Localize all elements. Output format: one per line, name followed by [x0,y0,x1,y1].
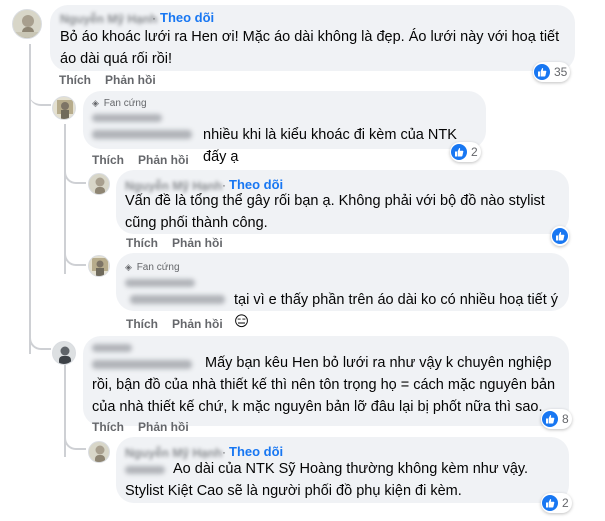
follow-button[interactable]: Theo dõi [160,10,214,25]
diamond-icon: ◈ [92,98,99,108]
avatar[interactable] [88,441,110,463]
comment-text: Bỏ áo khoác lưới ra Hen ơi! Mặc áo dài k… [60,29,560,67]
like-thumb-icon [534,64,550,80]
like-button[interactable]: Thích [59,73,91,87]
comment-actions: Thích Phản hồi [92,153,203,167]
like-thumb-icon [451,144,467,160]
comment-text: tại vì e thấy phần trên áo dài ko có nhi… [234,292,559,330]
like-button[interactable]: Thích [126,236,158,250]
author-name[interactable]: Nguyễn Mỹ Hạnh [60,12,157,26]
avatar[interactable] [88,255,110,277]
author-name[interactable] [125,279,195,287]
reaction-badge[interactable]: 8 [541,409,572,429]
avatar[interactable] [52,341,76,365]
diamond-icon: ◈ [125,262,132,272]
fan-badge: ◈ Fan cứng [92,98,147,109]
author-name[interactable] [130,295,225,304]
reply-button[interactable]: Phản hồi [105,73,156,87]
reply-button[interactable]: Phản hồi [172,317,223,331]
comment-actions: Thích Phản hồi [92,420,203,434]
thread-connector [64,432,86,450]
thread-connector [64,246,86,266]
comment-text: Vấn đề là tổng thể gây rối bạn ạ. Không … [125,193,545,231]
comment-actions: Thích Phản hồi [126,236,237,250]
reaction-count: 2 [562,496,569,510]
reply-button[interactable]: Phản hồi [172,236,223,250]
comment-actions: Thích Phản hồi [59,73,170,87]
author-name[interactable] [92,130,192,139]
like-button[interactable]: Thích [126,317,158,331]
reaction-badge[interactable]: 35 [533,62,571,82]
like-thumb-icon [552,228,568,244]
thread-connector [29,330,51,350]
separator: · [152,11,156,25]
separator: · [222,445,226,459]
author-name[interactable] [92,114,162,122]
reaction-count: 35 [554,65,568,79]
author-name[interactable] [92,344,132,352]
reply-button[interactable]: Phản hồi [138,153,189,167]
reaction-badge[interactable]: 2 [450,142,481,162]
reaction-count: 2 [471,145,478,159]
comment-text: nhiều khi là kiểu khoác đi kèm của NTK đ… [203,127,457,165]
thread-connector [64,170,86,184]
reaction-count: 8 [562,412,569,426]
like-button[interactable]: Thích [92,153,124,167]
comment-text: Mấy bạn kêu Hen bỏ lưới ra như vậy k chu… [92,355,556,415]
avatar[interactable] [12,9,42,39]
follow-button[interactable]: Theo dõi [229,444,283,459]
thread-connector [29,88,51,106]
fan-badge: ◈ Fan cứng [125,262,180,273]
avatar[interactable] [88,173,110,195]
avatar[interactable] [52,96,76,120]
reply-button[interactable]: Phản hồi [138,420,189,434]
comment-text: Ao dài của NTK Sỹ Hoàng thường không kèm… [125,461,529,499]
like-thumb-icon [542,495,558,511]
reaction-badge[interactable] [551,226,569,246]
reaction-badge[interactable]: 2 [541,493,572,513]
like-button[interactable]: Thích [92,420,124,434]
comment-actions: Thích Phản hồi [126,317,237,331]
like-thumb-icon [542,411,558,427]
